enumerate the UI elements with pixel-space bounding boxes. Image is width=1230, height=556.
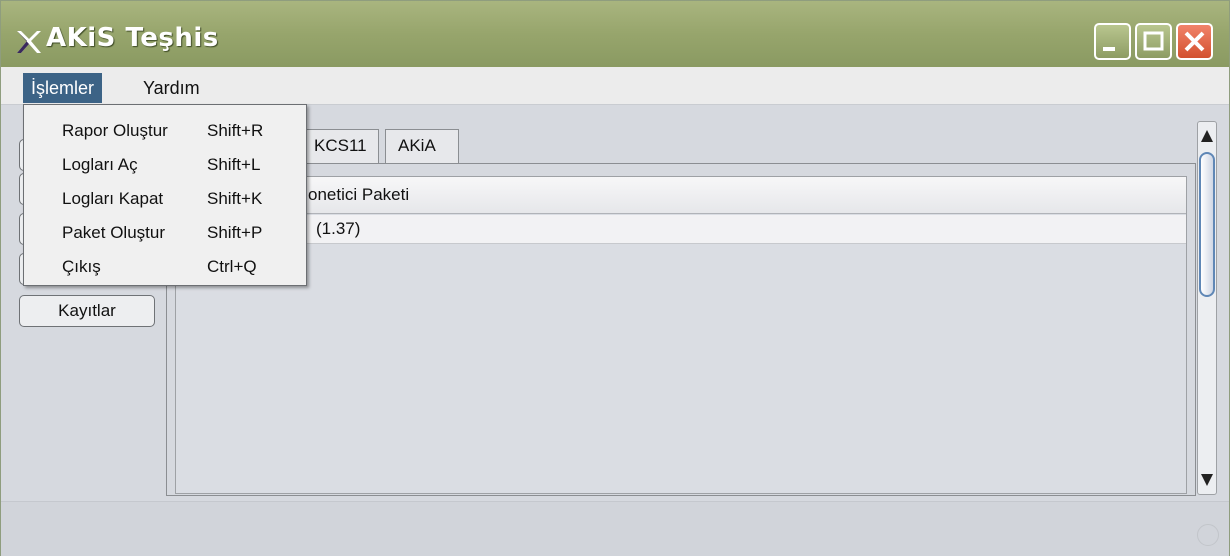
scroll-up-icon[interactable] [1201, 130, 1213, 142]
close-button[interactable] [1176, 23, 1213, 60]
menu-bar: İşlemler Yardım [1, 67, 1229, 105]
menu-item-label: Logları Kapat [62, 189, 164, 208]
menu-item-rapor-olustur[interactable]: Rapor Oluştur Shift+R [24, 114, 306, 148]
menu-item-shortcut: Shift+K [207, 189, 263, 208]
maximize-icon [1143, 31, 1164, 51]
content-panel: onetici Paketi (1.37) [166, 163, 1196, 496]
menu-item-cikis[interactable]: Çıkış Ctrl+Q [24, 250, 306, 284]
islemler-dropdown-menu: Rapor Oluştur Shift+R Logları Aç Shift+L… [23, 104, 307, 286]
menu-item-label: Logları Aç [62, 155, 138, 174]
minimize-icon [1103, 47, 1115, 51]
scroll-thumb[interactable] [1199, 152, 1215, 297]
main-window: AKiS Teşhis İşlemler Yardım Kayıtlar KCS… [0, 0, 1230, 556]
status-bar [1, 501, 1229, 556]
minimize-button[interactable] [1094, 23, 1131, 60]
tab-kcs11[interactable]: KCS11 [301, 129, 379, 163]
maximize-button[interactable] [1135, 23, 1172, 60]
menu-item-shortcut: Shift+R [207, 121, 264, 140]
menu-item-label: Paket Oluştur [62, 223, 165, 242]
menu-item-shortcut: Shift+P [207, 223, 263, 242]
status-indicator-icon [1197, 524, 1219, 546]
menu-yardim[interactable]: Yardım [135, 73, 208, 103]
menu-item-paket-olustur[interactable]: Paket Oluştur Shift+P [24, 216, 306, 250]
close-icon [1184, 31, 1205, 52]
tab-akia[interactable]: AKiA [385, 129, 459, 163]
table-header-label: onetici Paketi [308, 185, 410, 204]
menu-item-loglari-kapat[interactable]: Logları Kapat Shift+K [24, 182, 306, 216]
menu-item-label: Rapor Oluştur [62, 121, 168, 140]
title-bar[interactable]: AKiS Teşhis [1, 1, 1229, 67]
scroll-down-icon[interactable] [1201, 474, 1213, 486]
akis-app-icon [17, 31, 41, 53]
menu-item-label: Çıkış [62, 257, 101, 276]
menu-item-shortcut: Shift+L [207, 155, 261, 174]
package-table: onetici Paketi (1.37) [175, 176, 1187, 494]
menu-item-shortcut: Ctrl+Q [207, 257, 257, 276]
table-row-version: (1.37) [316, 219, 361, 238]
vertical-scrollbar[interactable] [1197, 121, 1217, 495]
menu-islemler[interactable]: İşlemler [23, 73, 103, 103]
menu-item-loglari-ac[interactable]: Logları Aç Shift+L [24, 148, 306, 182]
kayitlar-button[interactable]: Kayıtlar [19, 295, 155, 327]
table-row[interactable]: (1.37) [176, 215, 1186, 244]
window-title: AKiS Teşhis [46, 23, 219, 53]
table-header: onetici Paketi [176, 177, 1186, 214]
